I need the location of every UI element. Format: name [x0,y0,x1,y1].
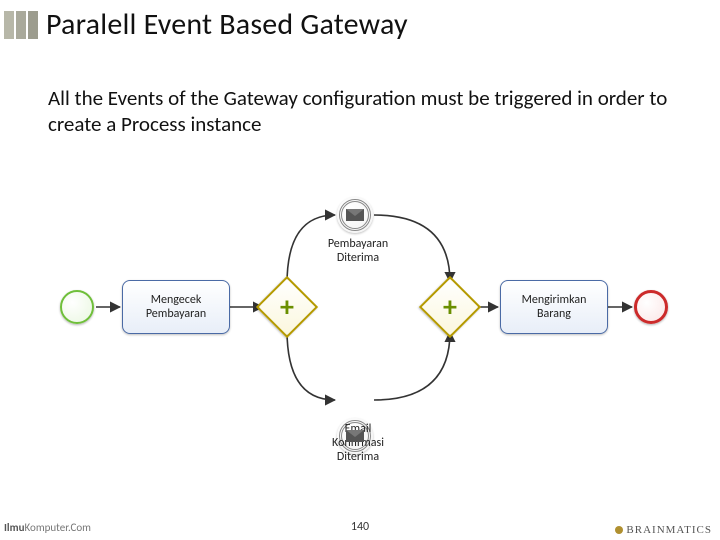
start-event [60,290,94,324]
task-label: Mengirimkan Barang [505,293,603,322]
footer-left-brand: IlmuKomputer.Com [4,521,91,534]
task-check-payment: Mengecek Pembayaran [122,280,230,334]
parallel-gateway-join: + [419,276,481,338]
bpmn-diagram: Mengecek Pembayaran + Pembayaran Diterim… [0,180,720,490]
title-bar: Paralell Event Based Gateway [0,0,720,43]
slide-title: Paralell Event Based Gateway [46,6,408,43]
task-label: Mengecek Pembayaran [127,293,225,322]
message-event-payment [337,197,373,233]
slide-subtitle: All the Events of the Gateway configurat… [48,85,680,138]
envelope-icon [346,209,364,221]
page-number: 140 [351,520,369,534]
parallel-gateway-split: + [256,276,318,338]
end-event [634,290,668,324]
title-decor-bars [4,11,38,39]
footer-right-brand: BRAINMATICS [615,524,712,536]
envelope-icon [346,430,364,442]
brand-dot-icon [615,526,623,534]
task-ship-goods: Mengirimkan Barang [500,280,608,334]
label-payment-received: Pembayaran Diterima [318,238,398,266]
